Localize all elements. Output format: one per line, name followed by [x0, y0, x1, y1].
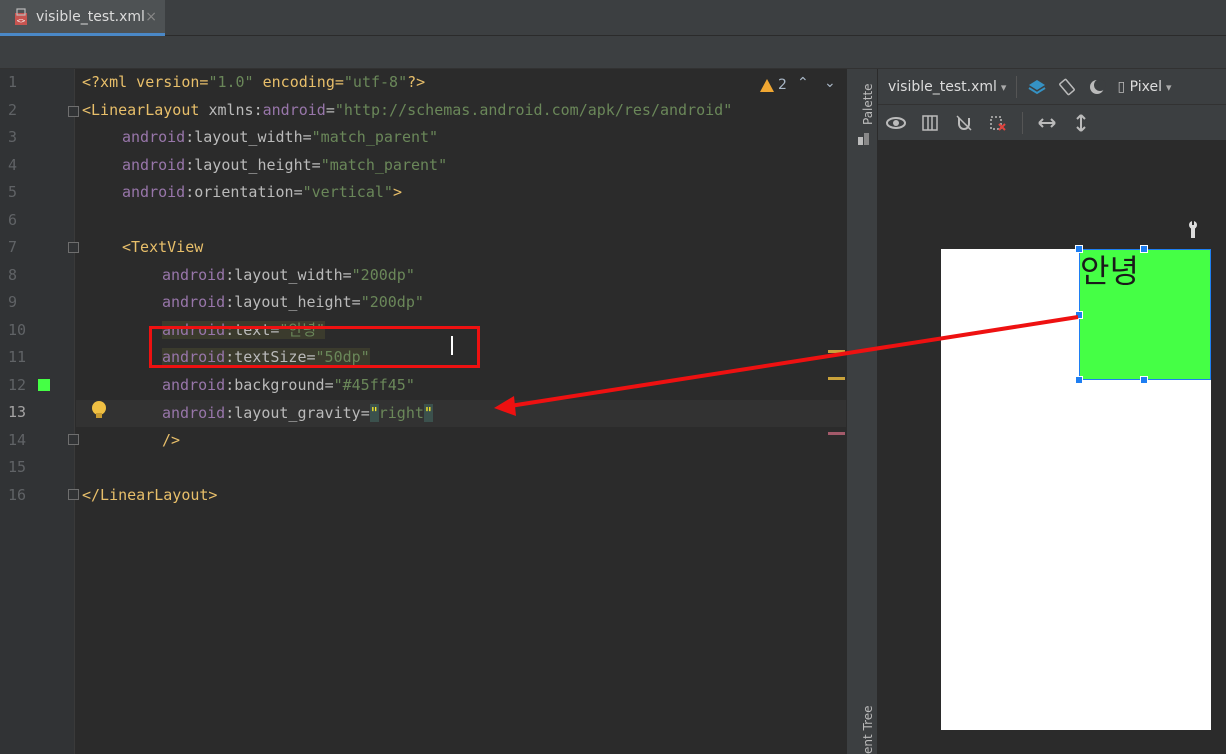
code-line: <LinearLayout xmlns:android="http://sche… — [82, 101, 733, 119]
line-number: 2 — [8, 101, 18, 119]
line-number: 5 — [8, 183, 18, 201]
code-line: <?xml version="1.0" encoding="utf-8"?> — [82, 73, 426, 91]
line-number-gutter: 1 2 3 4 5 6 7 8 9 10 11 12 13 14 15 16 — [0, 69, 79, 754]
fold-toggle-icon[interactable] — [68, 242, 79, 253]
line-number: 16 — [8, 486, 27, 504]
palette-tab[interactable]: Palette — [861, 83, 875, 125]
magnet-off-icon[interactable] — [954, 113, 974, 133]
design-toolbar: visible_test.xml ▾ ▯ Pixel ▾ — [878, 69, 1226, 105]
line-number: 10 — [8, 321, 27, 339]
tab-label: visible_test.xml — [36, 8, 145, 25]
color-swatch-icon[interactable] — [38, 379, 50, 391]
resize-handle[interactable] — [1075, 311, 1083, 319]
lightbulb-icon[interactable] — [92, 401, 106, 419]
layout-file-selector[interactable]: visible_test.xml ▾ — [888, 79, 1006, 95]
resize-handle[interactable] — [1075, 376, 1083, 384]
line-number: 11 — [8, 348, 27, 366]
annotation-highlight-box — [149, 326, 480, 368]
line-number: 3 — [8, 128, 18, 146]
scrollbar-marker[interactable] — [828, 377, 845, 380]
code-line: android:layout_width="200dp" — [162, 266, 415, 284]
line-number: 6 — [8, 211, 18, 229]
wrench-icon[interactable] — [1185, 220, 1201, 240]
line-number: 7 — [8, 238, 18, 256]
device-selector[interactable]: ▯ Pixel ▾ — [1117, 79, 1171, 95]
next-highlight-icon[interactable]: ⌄ — [824, 75, 836, 91]
code-line: android:layout_height="match_parent" — [122, 156, 448, 174]
night-mode-icon[interactable] — [1087, 77, 1107, 97]
code-editor[interactable]: 1 2 3 4 5 6 7 8 9 10 11 12 13 14 15 16 <… — [0, 69, 846, 754]
expand-vertical-icon[interactable] — [1071, 113, 1091, 133]
design-toolbar-secondary — [878, 105, 1226, 141]
expand-horizontal-icon[interactable] — [1037, 113, 1057, 133]
line-number: 12 — [8, 376, 27, 394]
line-number: 8 — [8, 266, 18, 284]
fold-toggle-icon[interactable] — [68, 489, 79, 500]
scrollbar-marker[interactable] — [828, 432, 845, 435]
code-line: <TextView — [122, 238, 204, 256]
orientation-icon[interactable] — [1057, 77, 1077, 97]
warning-indicator[interactable]: 2 — [760, 77, 787, 93]
xml-file-icon: <> — [12, 7, 30, 26]
close-icon[interactable]: × — [145, 9, 157, 25]
code-line-current: android:layout_gravity="right" — [162, 404, 433, 422]
component-tree-tab[interactable]: ent Tree — [861, 705, 875, 754]
line-number-current: 13 — [8, 403, 27, 421]
layers-icon[interactable] — [1027, 77, 1047, 97]
code-line: </LinearLayout> — [82, 486, 218, 504]
tab-visible-test-xml[interactable]: <> visible_test.xml × — [0, 0, 165, 36]
svg-text:<>: <> — [17, 17, 25, 25]
scrollbar-marker[interactable] — [828, 350, 845, 353]
editor-breadcrumb-bar — [0, 36, 1226, 69]
line-number: 9 — [8, 293, 18, 311]
code-line: android:background="#45ff45" — [162, 376, 415, 394]
code-line: android:orientation="vertical"> — [122, 183, 402, 201]
fold-toggle-icon[interactable] — [68, 434, 79, 445]
code-line: /> — [162, 431, 181, 449]
textview-preview[interactable]: 안녕 — [1079, 249, 1211, 380]
clear-constraints-icon[interactable] — [988, 113, 1008, 133]
textview-preview-text: 안녕 — [1080, 252, 1139, 290]
line-number: 4 — [8, 156, 18, 174]
line-number: 1 — [8, 73, 18, 91]
previous-highlight-icon[interactable]: ⌃ — [797, 75, 809, 91]
phone-icon: ▯ — [1117, 78, 1126, 95]
tool-window-strip: Palette ent Tree — [846, 69, 878, 754]
eye-icon[interactable] — [886, 113, 906, 133]
blueprint-icon[interactable] — [920, 113, 940, 133]
line-number: 15 — [8, 458, 27, 476]
line-number: 14 — [8, 431, 27, 449]
code-line: android:layout_width="match_parent" — [122, 128, 439, 146]
resize-handle[interactable] — [1140, 245, 1148, 253]
palette-icon — [857, 131, 871, 145]
editor-tab-bar: <> visible_test.xml × — [0, 0, 1226, 36]
warning-icon — [760, 78, 774, 92]
resize-handle[interactable] — [1140, 376, 1148, 384]
code-line: android:layout_height="200dp" — [162, 293, 424, 311]
resize-handle[interactable] — [1075, 245, 1083, 253]
fold-toggle-icon[interactable] — [68, 106, 79, 117]
